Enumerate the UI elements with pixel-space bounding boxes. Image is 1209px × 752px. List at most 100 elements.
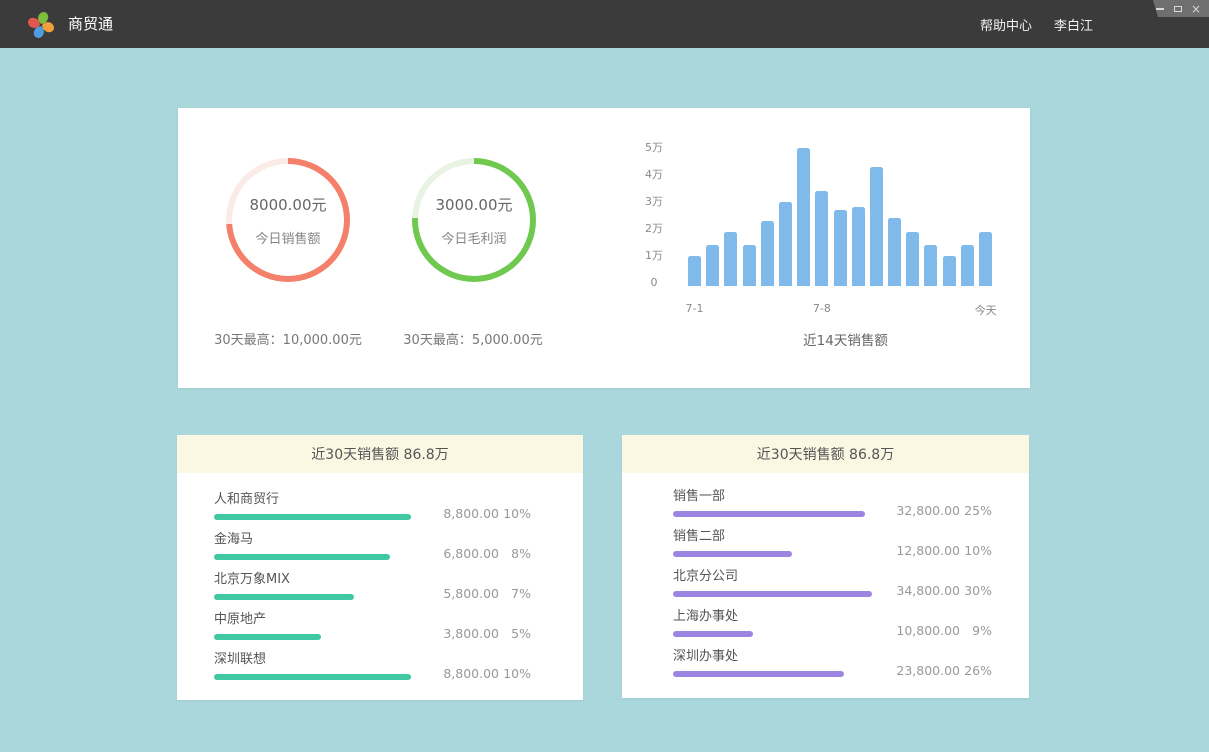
percent: 10%	[960, 544, 992, 557]
bar	[797, 148, 810, 286]
bar	[870, 167, 883, 286]
entity-name: 销售一部	[673, 489, 865, 505]
chart-xaxis: 7-17-8今天	[688, 300, 1000, 316]
progress-bar	[673, 511, 865, 517]
amount: 8,800.00	[437, 507, 499, 520]
app-window: 商贸通 帮助中心 李白江 × 8000.00元 今日销售额 30天最高：10,0…	[0, 0, 1209, 752]
rank-values: 32,800.0025%	[896, 504, 992, 518]
bar	[943, 256, 956, 286]
percent: 30%	[960, 584, 992, 597]
rank-rows: 人和商贸行8,800.0010%金海马6,800.008%北京万象MIX5,80…	[177, 473, 583, 680]
percent: 8%	[499, 547, 531, 560]
titlebar: 商贸通 帮助中心 李白江 ×	[0, 0, 1209, 48]
bar	[961, 245, 974, 286]
progress-bar	[214, 594, 354, 600]
bar	[743, 245, 756, 286]
minimize-icon	[1156, 8, 1164, 10]
rank-row: 销售二部12,800.0010%	[673, 529, 992, 557]
help-center-link[interactable]: 帮助中心	[980, 15, 1032, 34]
percent: 10%	[499, 507, 531, 520]
bar	[979, 232, 992, 286]
bar	[852, 207, 865, 286]
entity-name: 北京分公司	[673, 569, 872, 585]
entity-name: 深圳办事处	[673, 649, 844, 665]
chart-title: 近14天销售额	[688, 329, 1003, 349]
progress-bar	[673, 631, 753, 637]
percent: 5%	[499, 627, 531, 640]
rank-row: 金海马 6,800.008%	[214, 532, 531, 560]
rank-values: 34,800.0030%	[896, 584, 992, 598]
y-tick-label: 5万	[642, 141, 666, 154]
x-tick-label: 7-1	[686, 302, 704, 315]
close-button[interactable]: ×	[1191, 3, 1201, 15]
progress-bar	[673, 671, 844, 677]
percent: 10%	[499, 667, 531, 680]
rank-values: 12,800.0010%	[896, 544, 992, 558]
rank-values: 5,800.007%	[437, 587, 531, 601]
rank-values: 8,800.0010%	[437, 507, 531, 521]
overview-card: 8000.00元 今日销售额 30天最高：10,000.00元 3000.00元…	[178, 108, 1030, 388]
chart-bars	[688, 131, 1000, 286]
progress-bar	[214, 514, 411, 520]
amount: 3,800.00	[437, 627, 499, 640]
pinwheel-logo-icon	[26, 8, 56, 40]
rank-row: 深圳联想8,800.0010%	[214, 652, 531, 680]
y-tick-label: 0	[642, 276, 666, 289]
y-tick-label: 2万	[642, 222, 666, 235]
gauge-label: 今日销售额	[255, 228, 320, 247]
close-icon: ×	[1191, 3, 1201, 15]
y-tick-label: 1万	[642, 249, 666, 262]
progress-bar	[214, 554, 390, 560]
gauge-footer: 30天最高：10,000.00元	[188, 329, 388, 348]
entity-name: 北京万象MIX	[214, 572, 354, 588]
y-tick-label: 4万	[642, 168, 666, 181]
rank-values: 8,800.0010%	[437, 667, 531, 681]
amount: 12,800.00	[896, 544, 960, 557]
user-menu[interactable]: 李白江	[1054, 15, 1093, 34]
x-tick-label: 7-8	[813, 302, 831, 315]
gauge-today-profit: 3000.00元 今日毛利润	[412, 158, 536, 282]
app-title: 商贸通	[68, 0, 113, 48]
maximize-button[interactable]	[1173, 3, 1183, 15]
amount: 23,800.00	[896, 664, 960, 677]
rank-values: 3,800.005%	[437, 627, 531, 641]
y-tick-label: 3万	[642, 195, 666, 208]
entity-name: 金海马	[214, 532, 390, 548]
rank-values: 23,800.0026%	[896, 664, 992, 678]
bar	[906, 232, 919, 286]
rank-card-title: 近30天销售额 86.8万	[177, 435, 583, 473]
minimize-button[interactable]	[1155, 3, 1165, 15]
percent: 25%	[960, 504, 992, 517]
rank-rows: 销售一部 32,800.0025% 销售二部12,800.0010% 北京分公司 34,…	[622, 473, 1029, 677]
rank-row: 销售一部 32,800.0025%	[673, 489, 992, 517]
progress-bar	[673, 551, 792, 557]
rank-row: 人和商贸行 8,800.0010%	[214, 492, 531, 520]
amount: 5,800.00	[437, 587, 499, 600]
progress-bar	[214, 634, 321, 640]
bar	[688, 256, 701, 286]
amount: 8,800.00	[437, 667, 499, 680]
percent: 9%	[960, 624, 992, 637]
rank-row: 上海办事处10,800.009%	[673, 609, 992, 637]
gauge-today-sales: 8000.00元 今日销售额	[226, 158, 350, 282]
rank-row: 北京分公司 34,800.0030%	[673, 569, 992, 597]
entity-name: 人和商贸行	[214, 492, 411, 508]
gauge-value: 3000.00元	[435, 194, 512, 215]
percent: 7%	[499, 587, 531, 600]
rank-row: 北京万象MIX 5,800.007%	[214, 572, 531, 600]
bar	[815, 191, 828, 286]
entity-name: 中原地产	[214, 612, 321, 628]
bar	[706, 245, 719, 286]
bar	[924, 245, 937, 286]
bar	[834, 210, 847, 286]
amount: 6,800.00	[437, 547, 499, 560]
rank-values: 6,800.008%	[437, 547, 531, 561]
progress-bar	[214, 674, 411, 680]
gauge-footer: 30天最高：5,000.00元	[373, 329, 573, 348]
bar	[779, 202, 792, 286]
progress-bar	[673, 591, 872, 597]
entity-name: 上海办事处	[673, 609, 753, 625]
bar	[888, 218, 901, 286]
maximize-icon	[1174, 6, 1182, 12]
rank-card-customers: 近30天销售额 86.8万 人和商贸行8,800.0010%金海马6,800.0…	[177, 435, 583, 700]
